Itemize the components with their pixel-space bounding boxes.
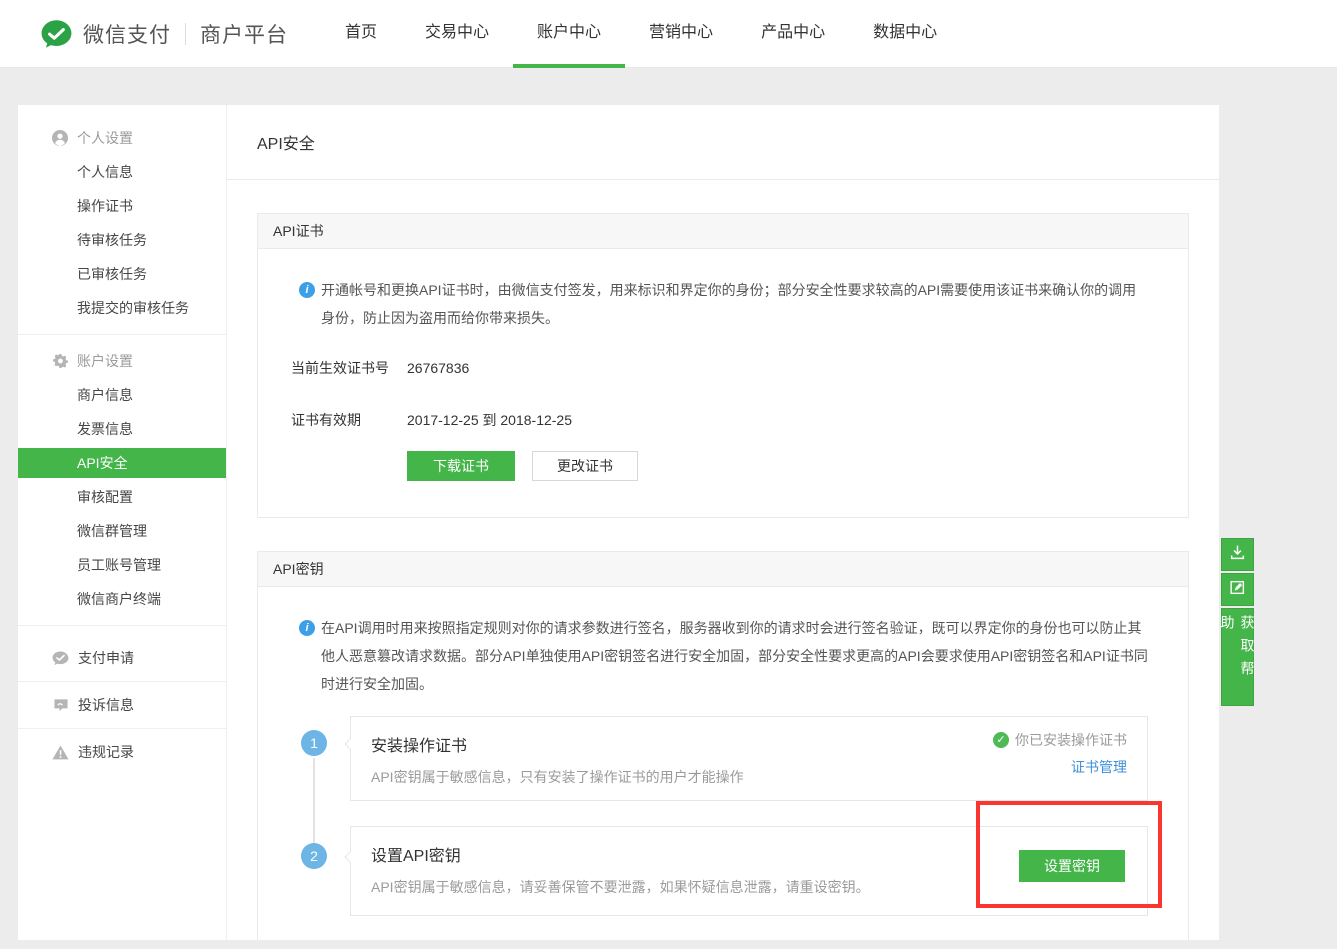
sidebar-item-invoice-info[interactable]: 发票信息 [18,412,226,446]
edit-icon [1229,579,1246,601]
certificate-buttons-row: 下载证书 更改证书 [407,451,1148,481]
download-help-button[interactable] [1221,538,1254,571]
api-key-card: API密钥 i 在API调用时用来按照指定规则对你的请求参数进行签名，服务器收到… [257,551,1189,940]
certificate-validity-label: 证书有效期 [291,410,407,430]
api-key-info-text: 在API调用时用来按照指定规则对你的请求参数进行签名，服务器收到你的请求时会进行… [321,614,1148,698]
api-key-info-row: i 在API调用时用来按照指定规则对你的请求参数进行签名，服务器收到你的请求时会… [299,614,1148,698]
nav-item-data-center[interactable]: 数据中心 [873,0,937,68]
step-1-badge: 1 [301,730,327,756]
certificate-number-label: 当前生效证书号 [291,358,407,378]
active-tab-underline [513,64,625,68]
sidebar-item-api-security[interactable]: API安全 [18,448,226,478]
nav-item-product-center[interactable]: 产品中心 [761,0,825,68]
sidebar-item-payment-application[interactable]: 支付申请 [18,635,226,681]
product-name: 商户平台 [200,19,288,49]
info-icon: i [299,282,315,298]
sidebar-item-personal-info[interactable]: 个人信息 [18,155,226,189]
sidebar-section-personal-settings: 个人设置 [18,121,226,155]
step-box-notch [344,851,355,862]
page-title: API安全 [257,130,315,154]
api-certificate-card-body: i 开通帐号和更换API证书时，由微信支付签发，用来标识和界定你的身份；部分安全… [258,249,1188,481]
set-api-key-button[interactable]: 设置密钥 [1019,850,1125,882]
sidebar: 个人设置 个人信息 操作证书 待审核任务 已审核任务 我提交的审核任务 账户设置… [18,105,227,940]
payment-bubble-icon [52,650,69,666]
brand-name: 微信支付 [83,19,171,49]
gear-icon [52,353,68,369]
api-certificate-card-header: API证书 [258,214,1188,249]
sidebar-section-account-settings: 账户设置 [18,344,226,378]
sidebar-item-reviewed-tasks[interactable]: 已审核任务 [18,257,226,291]
step-1-status: ✓ 你已安装操作证书 [993,730,1127,750]
main-nav: 首页 交易中心 账户中心 营销中心 产品中心 数据中心 [321,0,961,68]
sidebar-item-merchant-info[interactable]: 商户信息 [18,378,226,412]
step-2-title: 设置API密钥 [371,842,1127,866]
check-circle-icon: ✓ [993,732,1009,748]
step-install-cert-box: 安装操作证书 API密钥属于敏感信息，只有安装了操作证书的用户才能操作 ✓ 你已… [350,716,1148,801]
user-icon [52,130,68,146]
nav-item-marketing-center[interactable]: 营销中心 [649,0,713,68]
sidebar-item-my-submitted-tasks[interactable]: 我提交的审核任务 [18,291,226,325]
certificate-validity-value: 2017-12-25 到 2018-12-25 [407,410,572,430]
download-icon [1229,544,1246,566]
nav-item-home[interactable]: 首页 [345,0,377,68]
main-body: API证书 i 开通帐号和更换API证书时，由微信支付签发，用来标识和界定你的身… [227,180,1219,940]
nav-item-account-center[interactable]: 账户中心 [537,0,601,68]
main-area: API安全 API证书 i 开通帐号和更换API证书时，由微信支付签发，用来标识… [227,105,1219,940]
brand-logo[interactable]: 微信支付 商户平台 [40,0,288,68]
step-1-status-text: 你已安装操作证书 [1015,730,1127,750]
certificate-info-text: 开通帐号和更换API证书时，由微信支付签发，用来标识和界定你的身份；部分安全性要… [321,276,1148,332]
complaint-bubble-icon [52,697,69,713]
sidebar-divider [18,334,226,335]
get-help-button[interactable]: 获取帮助 [1221,608,1254,706]
certificate-number-field: 当前生效证书号 26767836 [291,358,1148,378]
sidebar-item-staff-account-mgmt[interactable]: 员工账号管理 [18,548,226,582]
step-1-description: API密钥属于敏感信息，只有安装了操作证书的用户才能操作 [371,767,1127,787]
content-panel: 个人设置 个人信息 操作证书 待审核任务 已审核任务 我提交的审核任务 账户设置… [18,105,1219,940]
certificate-number-value: 26767836 [407,360,469,376]
top-header: 微信支付 商户平台 首页 交易中心 账户中心 营销中心 产品中心 数据中心 [0,0,1337,68]
api-key-card-body: i 在API调用时用来按照指定规则对你的请求参数进行签名，服务器收到你的请求时会… [258,587,1188,698]
change-certificate-button[interactable]: 更改证书 [532,451,638,481]
floating-help-panel: 获取帮助 [1221,538,1254,708]
page-title-row: API安全 [227,105,1219,180]
sidebar-item-wechat-group-mgmt[interactable]: 微信群管理 [18,514,226,548]
sidebar-item-operation-cert[interactable]: 操作证书 [18,189,226,223]
api-certificate-card: API证书 i 开通帐号和更换API证书时，由微信支付签发，用来标识和界定你的身… [257,213,1189,518]
feedback-help-button[interactable] [1221,573,1254,606]
certificate-management-link[interactable]: 证书管理 [1071,757,1127,777]
wechat-pay-logo-icon [40,19,73,49]
sidebar-divider [18,625,226,626]
step-set-api-key-box: 设置API密钥 API密钥属于敏感信息，请妥善保管不要泄露，如果怀疑信息泄露，请… [350,826,1148,916]
certificate-validity-field: 证书有效期 2017-12-25 到 2018-12-25 [291,410,1148,430]
sidebar-item-pending-review-tasks[interactable]: 待审核任务 [18,223,226,257]
nav-item-transaction-center[interactable]: 交易中心 [425,0,489,68]
sidebar-item-review-config[interactable]: 审核配置 [18,480,226,514]
step-2-description: API密钥属于敏感信息，请妥善保管不要泄露，如果怀疑信息泄露，请重设密钥。 [371,877,1127,897]
step-connector-line [313,758,315,844]
download-certificate-button[interactable]: 下载证书 [407,451,515,481]
info-icon: i [299,620,315,636]
logo-divider [185,23,186,45]
step-box-notch [344,738,355,749]
sidebar-item-complaint-info[interactable]: 投诉信息 [18,682,226,728]
certificate-info-row: i 开通帐号和更换API证书时，由微信支付签发，用来标识和界定你的身份；部分安全… [299,276,1148,332]
violation-warning-icon [52,744,69,760]
sidebar-item-wechat-merchant-terminal[interactable]: 微信商户终端 [18,582,226,616]
api-key-card-header: API密钥 [258,552,1188,587]
step-2-badge: 2 [301,843,327,869]
sidebar-item-violation-record[interactable]: 违规记录 [18,729,226,775]
